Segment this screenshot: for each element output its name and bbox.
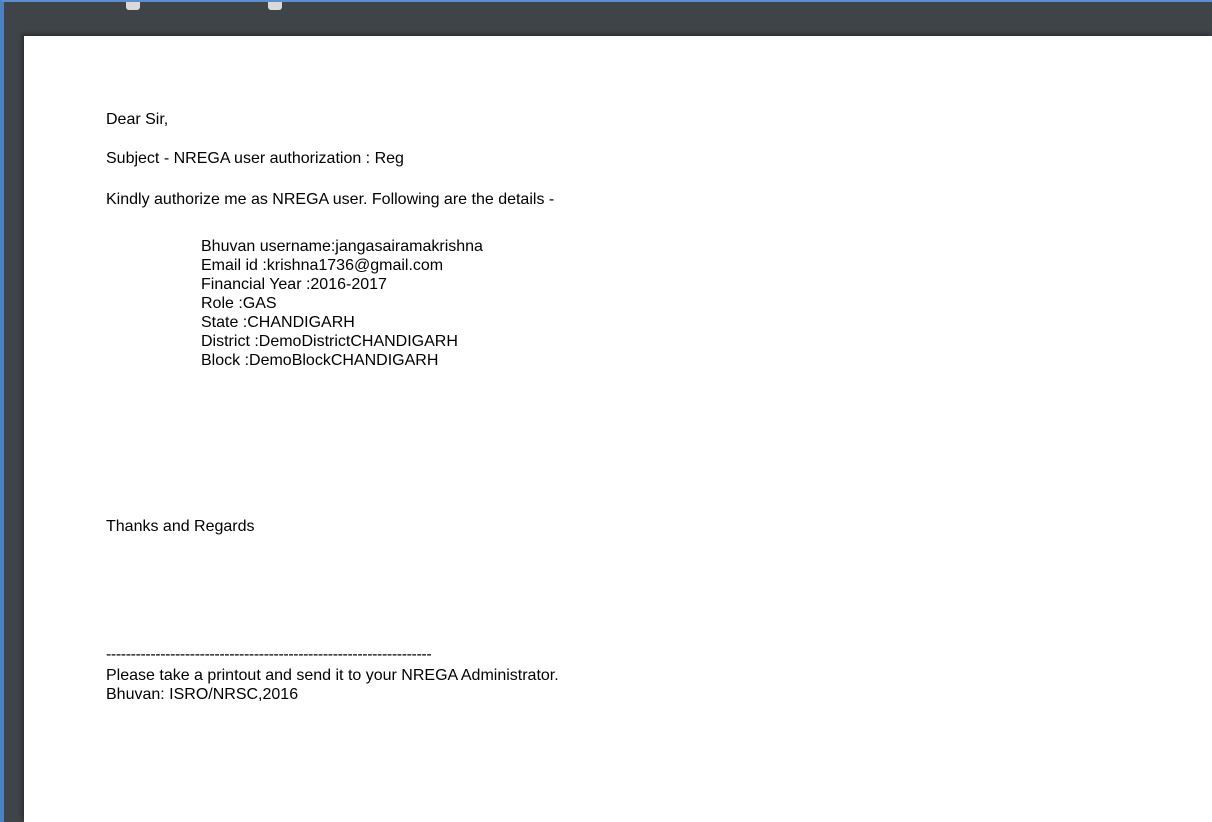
detail-state: State :CHANDIGARH: [201, 314, 355, 331]
detail-financial-year: Financial Year :2016-2017: [201, 276, 387, 293]
detail-role: Role :GAS: [201, 295, 277, 312]
toolbar-handle-icon: [126, 2, 140, 10]
document-page[interactable]: Dear Sir, Subject - NREGA user authoriza…: [24, 36, 1212, 822]
copyright-line: Bhuvan: ISRO/NRSC,2016: [106, 686, 299, 703]
detail-email: Email id :krishna1736@gmail.com: [201, 257, 444, 274]
detail-district: District :DemoDistrictCHANDIGARH: [201, 333, 458, 350]
detail-username: Bhuvan username:jangasairamakrishna: [201, 238, 483, 255]
separator-line: ----------------------------------------…: [106, 646, 432, 663]
details-block: Bhuvan username:jangasairamakrishna Emai…: [201, 237, 483, 370]
document-viewer: Dear Sir, Subject - NREGA user authoriza…: [0, 0, 1212, 822]
footer-note: Please take a printout and send it to yo…: [106, 667, 559, 684]
detail-block: Block :DemoBlockCHANDIGARH: [201, 352, 439, 369]
salutation: Dear Sir,: [106, 111, 169, 128]
closing: Thanks and Regards: [106, 518, 255, 535]
intro-text: Kindly authorize me as NREGA user. Follo…: [106, 191, 555, 208]
toolbar-handle-icon: [268, 2, 282, 10]
subject-line: Subject - NREGA user authorization : Reg: [106, 150, 404, 167]
